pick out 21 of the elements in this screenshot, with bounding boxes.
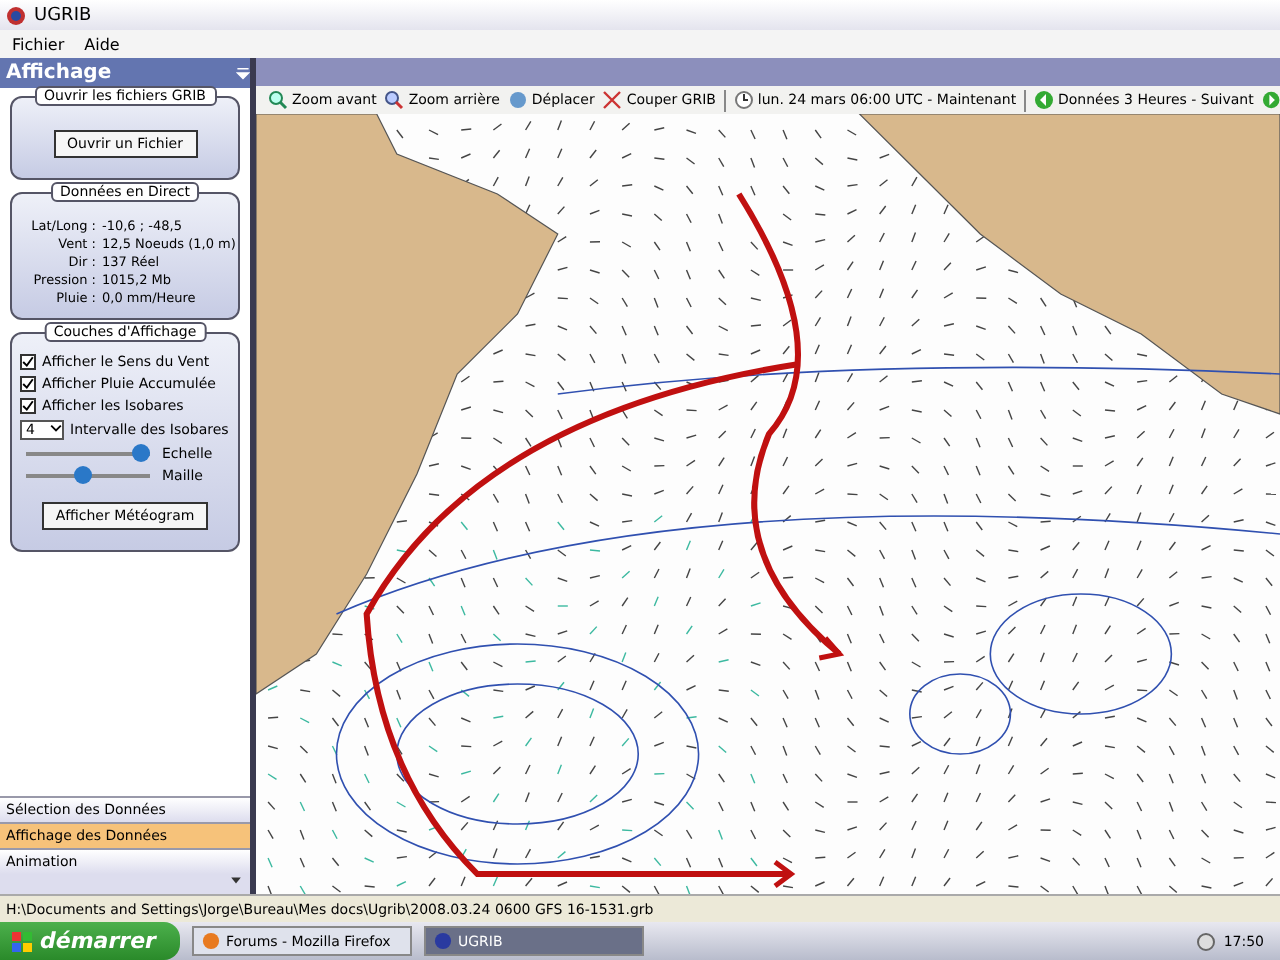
clock-icon [733,90,754,110]
panel-title: Affichage [6,62,112,84]
app-icon [433,932,452,950]
slider-thumb[interactable] [73,466,92,484]
windows-logo-icon [12,931,32,951]
app-logo-icon [6,5,26,25]
slider-thumb[interactable] [132,444,151,462]
menu-item[interactable]: Aide [84,35,120,53]
expand-arrow-icon [230,874,242,886]
checkbox[interactable] [20,376,36,392]
checkbox[interactable] [20,354,36,370]
menu-item[interactable]: Fichier [12,35,65,53]
scissors-icon [602,90,623,110]
app-icon [201,932,220,950]
collapse-icon [236,66,250,80]
globe-icon [507,90,528,110]
tray-icon [1195,931,1216,951]
zoom-in-icon [268,90,288,110]
zoom-out-icon [384,90,405,110]
window-title: UGRIB [34,5,92,25]
checkbox[interactable] [20,398,36,414]
